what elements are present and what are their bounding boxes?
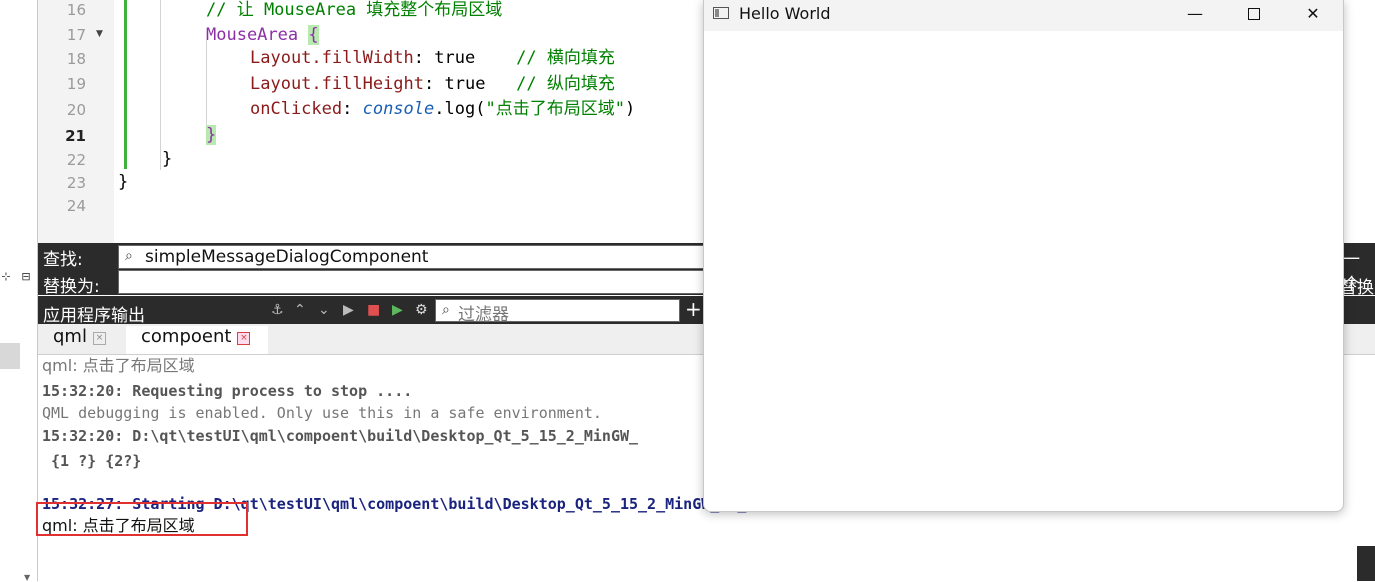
- maximize-icon: [1248, 8, 1260, 20]
- window-title: Hello World: [739, 4, 831, 23]
- current-line-number: 21: [65, 127, 86, 145]
- window-app-icon: [713, 7, 729, 19]
- filter-input[interactable]: ⌕ 过滤器: [435, 299, 680, 325]
- attach-icon[interactable]: ⚓: [271, 302, 284, 318]
- close-icon[interactable]: ×: [237, 332, 251, 345]
- find-label: 查找:: [43, 250, 83, 270]
- output-line: 15:32:20: D:\qt\testUI\qml\compoent\buil…: [42, 427, 639, 445]
- code-line-19: Layout.fillHeight: true // 纵向填充: [250, 72, 615, 96]
- output-line: {1 ?} {2?}: [42, 452, 142, 470]
- code-line-20: onClicked: console.log("点击了布局区域"): [250, 97, 635, 121]
- string-literal: "点击了布局区域": [485, 99, 625, 119]
- close-button[interactable]: ✕: [1284, 0, 1342, 31]
- find-input[interactable]: ⌕ simpleMessageDialogComponent: [118, 245, 705, 269]
- close-icon[interactable]: ×: [92, 332, 106, 345]
- line-number: 18: [66, 50, 86, 68]
- output-pane-title: 应用程序输出: [43, 306, 145, 326]
- line-number: 24: [66, 197, 86, 215]
- value: true: [434, 74, 486, 94]
- left-sidebar-strip: [0, 0, 37, 581]
- minimize-button[interactable]: —: [1166, 0, 1224, 31]
- panel-corner: [1357, 546, 1375, 581]
- modified-lines-bar: [124, 0, 127, 169]
- comment: // 纵向填充: [516, 74, 615, 94]
- code-line-18: Layout.fillWidth: true // 横向填充: [250, 46, 615, 70]
- indent-guide: [160, 0, 161, 170]
- line-number: 22: [66, 151, 86, 169]
- tab-label: qml: [53, 326, 87, 347]
- comment: // 横向填充: [516, 48, 615, 68]
- type-name: MouseArea: [206, 25, 299, 45]
- panel-toggle-icon[interactable]: ⊟: [20, 271, 32, 283]
- sidebar-selected-marker: [0, 343, 20, 369]
- comment: // 让 MouseArea 填充整个布局区域: [206, 0, 503, 20]
- maximize-button[interactable]: [1225, 0, 1283, 31]
- replace-button[interactable]: 替换: [1340, 273, 1374, 298]
- brace: }: [206, 125, 217, 145]
- tab-label: compoent: [141, 326, 232, 347]
- replace-input[interactable]: [118, 270, 705, 294]
- line-number: 19: [66, 75, 86, 93]
- object-name: console: [362, 99, 435, 119]
- line-number: 23: [66, 174, 86, 192]
- colon: :: [413, 48, 425, 68]
- split-icon[interactable]: ⊹: [0, 271, 12, 283]
- value: true: [424, 48, 476, 68]
- line-number: 17: [66, 26, 86, 44]
- run-icon[interactable]: ▶: [343, 302, 354, 318]
- line-number: 20: [66, 101, 86, 119]
- replace-label: 替换为:: [43, 277, 100, 297]
- chevron-up-icon[interactable]: ⌃: [294, 302, 306, 318]
- code-line-21: }: [206, 123, 217, 147]
- output-line: 15:32:20: Requesting process to stop ...…: [42, 382, 413, 400]
- filter-placeholder: 过滤器: [458, 305, 509, 325]
- line-number-gutter: 16 17 18 19 20 21 22 23 24 ▼: [38, 0, 114, 243]
- search-icon: ⌕: [442, 302, 450, 318]
- search-icon: ⌕: [125, 248, 133, 264]
- debug-run-icon[interactable]: ▶: [392, 302, 403, 318]
- brace: {: [308, 25, 319, 45]
- tab-qml[interactable]: qml ×: [38, 326, 124, 354]
- find-value: simpleMessageDialogComponent: [145, 247, 429, 267]
- colon: :: [424, 74, 435, 94]
- property-name: Layout.fillWidth: [250, 48, 414, 68]
- app-window[interactable]: Hello World — ✕: [703, 0, 1344, 512]
- output-line: QML debugging is enabled. Only use this …: [42, 404, 602, 422]
- code-line-16: // 让 MouseArea 填充整个布局区域: [206, 0, 502, 22]
- fold-arrow-icon[interactable]: ▼: [96, 29, 103, 39]
- brace: }: [118, 172, 129, 192]
- window-titlebar[interactable]: Hello World — ✕: [704, 0, 1343, 31]
- highlight-box: [36, 502, 248, 536]
- call: .log(: [434, 99, 486, 119]
- property-name: onClicked: [250, 99, 343, 119]
- gear-icon[interactable]: ⚙: [415, 302, 428, 318]
- colon: :: [342, 99, 363, 119]
- code-line-22: }: [162, 147, 172, 171]
- tab-compoent[interactable]: compoent ×: [126, 326, 268, 354]
- brace: }: [162, 149, 173, 169]
- output-line: qml: 点击了布局区域: [42, 356, 195, 375]
- code-line-23: }: [118, 170, 128, 194]
- chevron-down-icon[interactable]: ⌄: [318, 302, 330, 318]
- line-number: 16: [66, 1, 86, 19]
- add-icon[interactable]: +: [685, 297, 702, 321]
- code-line-17: MouseArea {: [206, 23, 319, 47]
- code-editor[interactable]: 16 17 18 19 20 21 22 23 24 ▼ // 让 MouseA…: [38, 0, 703, 243]
- call-close: ): [624, 99, 636, 119]
- stop-icon[interactable]: ■: [367, 302, 380, 318]
- property-name: Layout.fillHeight: [250, 74, 424, 94]
